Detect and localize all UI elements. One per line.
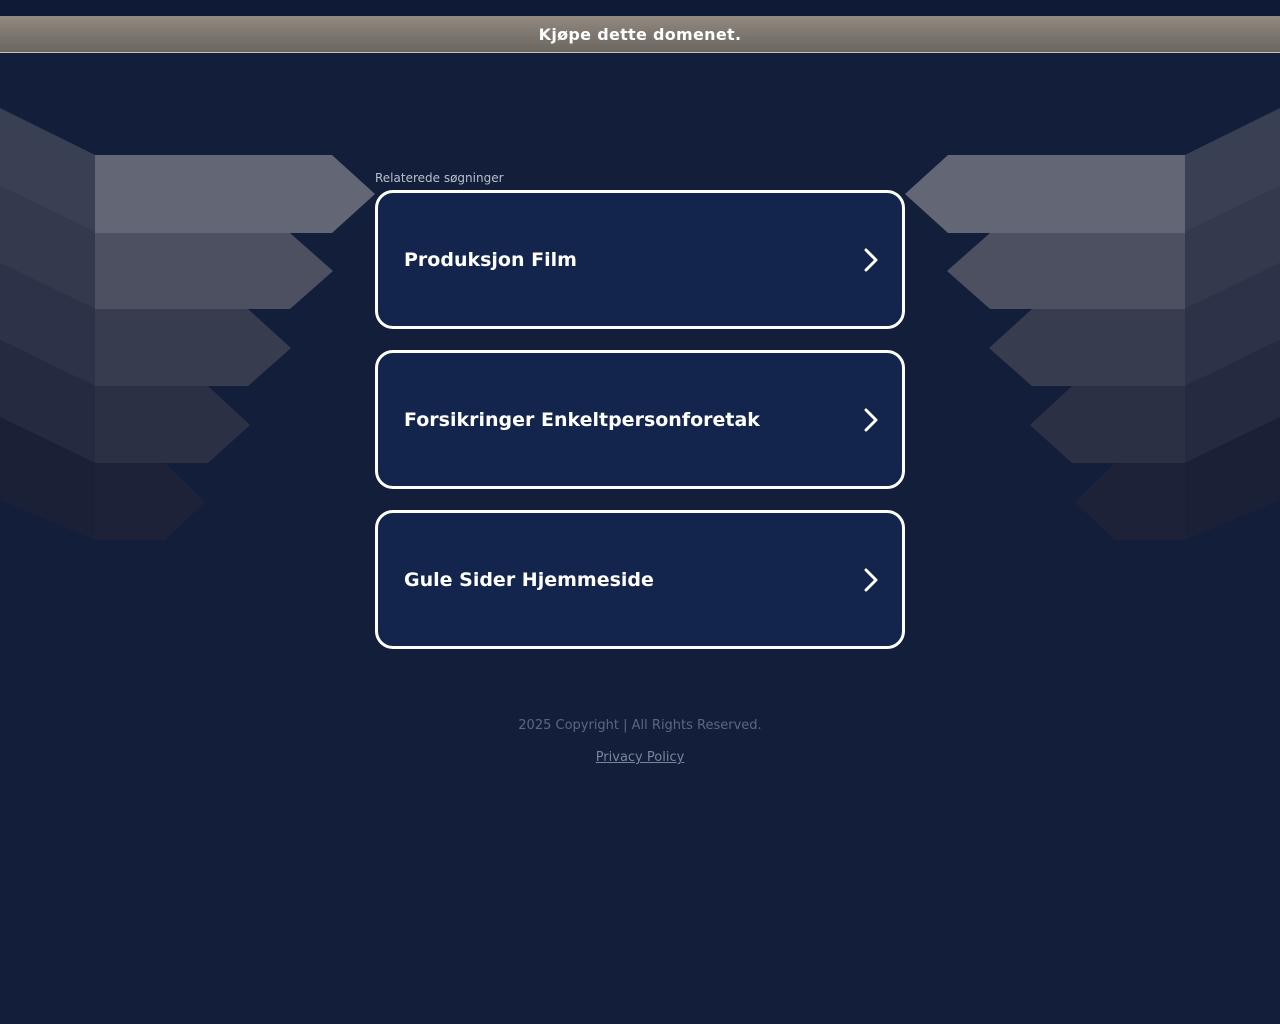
related-search-label: Forsikringer Enkeltpersonforetak xyxy=(404,408,760,431)
related-search-label: Produksjon Film xyxy=(404,248,577,271)
related-search-forsikringer-enkeltpersonforetak[interactable]: Forsikringer Enkeltpersonforetak xyxy=(375,350,905,489)
privacy-policy-container: Privacy Policy xyxy=(0,750,1280,765)
chevron-right-icon xyxy=(860,406,882,434)
copyright-text: 2025 Copyright | All Rights Reserved. xyxy=(518,718,762,733)
related-searches-label: Relaterede søgninger xyxy=(375,171,504,185)
chevron-right-icon xyxy=(860,246,882,274)
related-search-gule-sider-hjemmeside[interactable]: Gule Sider Hjemmeside xyxy=(375,510,905,649)
related-search-label: Gule Sider Hjemmeside xyxy=(404,568,654,591)
top-strip xyxy=(0,0,1280,16)
privacy-policy-link[interactable]: Privacy Policy xyxy=(596,750,685,765)
parked-domain-page: Kjøpe dette domenet. Relaterede søgninge… xyxy=(0,0,1280,1024)
buy-domain-label: Kjøpe dette domenet. xyxy=(538,24,742,44)
chevron-right-icon xyxy=(860,566,882,594)
related-search-produksjon-film[interactable]: Produksjon Film xyxy=(375,190,905,329)
buy-domain-banner[interactable]: Kjøpe dette domenet. xyxy=(0,16,1280,53)
